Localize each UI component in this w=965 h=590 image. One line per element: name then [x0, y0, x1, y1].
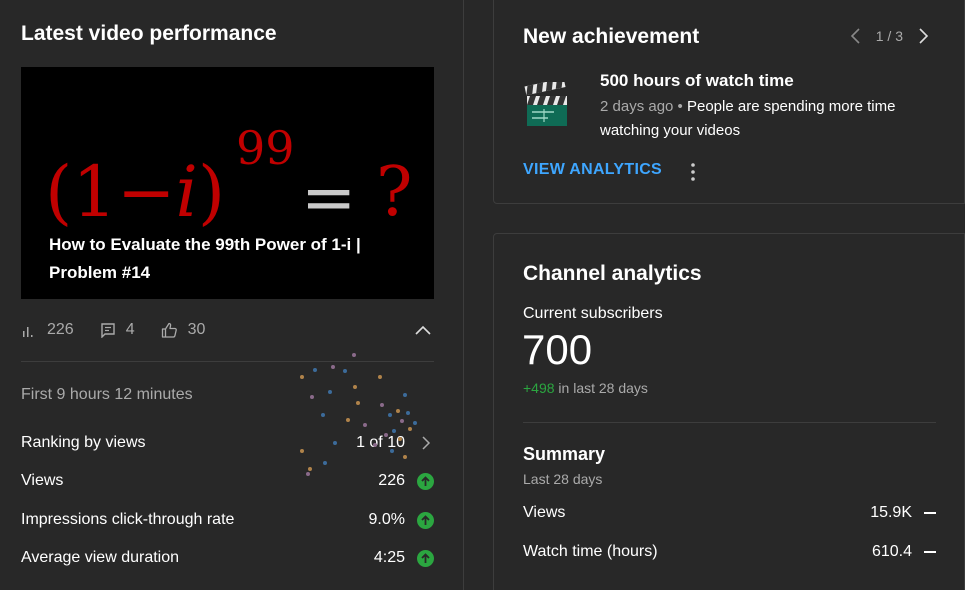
arrow-up-icon	[417, 549, 434, 567]
summary-title: Summary	[523, 444, 606, 464]
thumbnail-math: (1−i)	[45, 151, 226, 233]
summary-row-watch-time: Watch time (hours) 610.4	[523, 543, 936, 561]
clapperboard-icon	[524, 82, 567, 126]
thumbnail-equals: =	[301, 159, 357, 236]
achievement-card: New achievement 1 / 3 500 hours of watch…	[493, 0, 965, 204]
video-thumbnail[interactable]: (1−i) 99 = ? How to Evaluate the 99th Po…	[21, 67, 434, 299]
achievement-name: 500 hours of watch time	[600, 71, 794, 90]
chevron-up-icon[interactable]	[414, 321, 432, 339]
bar-chart-icon	[23, 327, 33, 337]
subscribers-count: 700	[522, 326, 593, 373]
metric-label: Views	[21, 472, 64, 489]
comments-stat: 4	[100, 321, 135, 339]
likes-count: 30	[187, 321, 206, 338]
ctr-row: Impressions click-through rate 9.0%	[21, 508, 434, 532]
studio-dashboard: Latest video performance (1−i) 99 = ? Ho…	[0, 0, 965, 590]
card-title: Channel analytics	[523, 262, 702, 285]
subscribers-delta-period: in last 28 days	[554, 380, 648, 396]
latest-video-card: Latest video performance (1−i) 99 = ? Ho…	[0, 0, 464, 590]
summary-value: 15.9K	[870, 504, 912, 521]
thumbnail-exponent: 99	[236, 121, 295, 175]
summary-label: Views	[523, 504, 566, 521]
no-change-dash	[924, 551, 936, 553]
avg-duration-row: Average view duration 4:25	[21, 546, 434, 570]
summary-label: Watch time (hours)	[523, 543, 658, 560]
thumbnail-question: ?	[376, 153, 413, 232]
subscribers-change: +498 in last 28 days	[523, 380, 648, 396]
metric-label: Ranking by views	[21, 434, 146, 451]
more-vert-icon[interactable]	[690, 162, 696, 182]
time-period-label: First 9 hours 12 minutes	[21, 386, 193, 403]
achievement-time: 2 days ago	[600, 98, 674, 115]
arrow-up-icon	[417, 511, 434, 529]
comment-icon	[101, 323, 115, 338]
views-count: 226	[47, 321, 74, 338]
comments-count: 4	[125, 321, 135, 338]
summary-row-views: Views 15.9K	[523, 504, 936, 522]
summary-period: Last 28 days	[523, 471, 603, 487]
thumbs-up-icon	[161, 322, 177, 338]
metric-value: 1 of 10	[356, 434, 405, 451]
channel-analytics-card: Channel analytics Current subscribers 70…	[493, 233, 965, 590]
metric-value: 4:25	[373, 549, 405, 566]
arrow-up-icon	[417, 472, 434, 490]
views-stat: 226	[21, 321, 74, 339]
video-stats: 226 4 30	[21, 318, 434, 342]
card-title: New achievement	[523, 25, 700, 48]
no-change-dash	[924, 512, 936, 514]
subscribers-label: Current subscribers	[523, 305, 663, 322]
summary-value: 610.4	[871, 543, 912, 560]
likes-stat: 30	[161, 321, 206, 339]
ranking-row[interactable]: Ranking by views 1 of 10	[21, 431, 434, 455]
divider	[21, 361, 434, 362]
card-title: Latest video performance	[21, 22, 277, 45]
chevron-right-icon	[417, 435, 434, 452]
metric-label: Impressions click-through rate	[21, 511, 235, 528]
achievement-description: 2 days ago • People are spending more ti…	[600, 95, 930, 143]
view-analytics-button[interactable]: VIEW ANALYTICS	[523, 161, 662, 179]
metric-label: Average view duration	[21, 549, 180, 566]
achievement-pager: 1 / 3	[849, 27, 930, 45]
divider	[523, 422, 936, 423]
views-row: Views 226	[21, 469, 434, 493]
metric-value: 226	[378, 472, 405, 489]
pager-count: 1 / 3	[875, 28, 903, 44]
metric-value: 9.0%	[368, 511, 405, 528]
separator-dot: •	[673, 98, 687, 115]
video-title: How to Evaluate the 99th Power of 1-i | …	[49, 235, 361, 282]
subscribers-delta: +498	[523, 380, 555, 396]
chevron-left-icon[interactable]	[849, 27, 861, 45]
confetti-decoration	[300, 353, 417, 476]
chevron-right-icon[interactable]	[918, 27, 930, 45]
